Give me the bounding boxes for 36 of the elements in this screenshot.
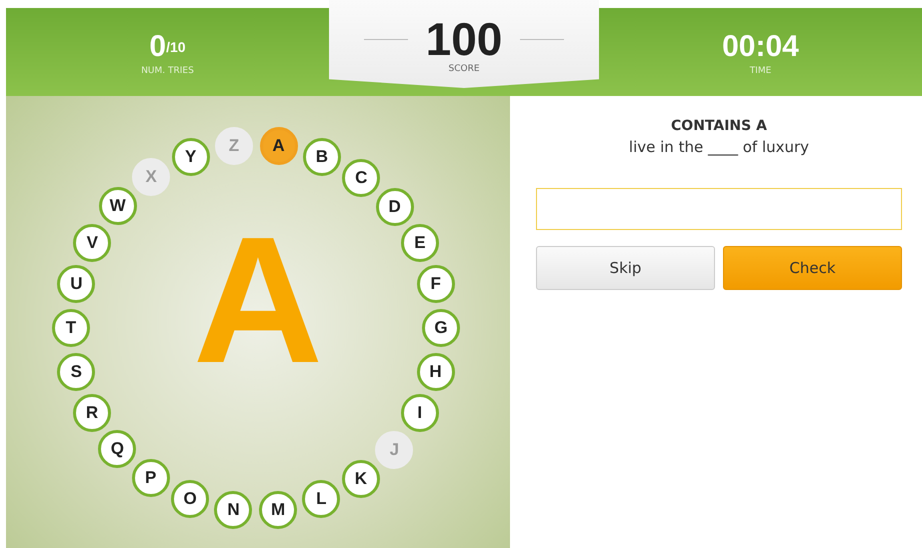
letter-bubble[interactable]: D: [376, 188, 414, 226]
answer-button[interactable]: Check: [723, 246, 902, 290]
letter-bubble[interactable]: C: [342, 158, 380, 197]
score-label: SCORE: [448, 64, 480, 74]
letter-bubble[interactable]: U: [57, 264, 96, 303]
letter-bubble[interactable]: R: [73, 394, 112, 432]
current-letter: A: [192, 216, 324, 386]
letter-bubble[interactable]: H: [416, 353, 455, 392]
letter-bubble[interactable]: A: [260, 127, 298, 166]
letter-bubble[interactable]: I: [400, 394, 439, 432]
letter-bubble[interactable]: Y: [172, 138, 210, 176]
letter-bubble[interactable]: S: [57, 352, 96, 391]
time-value: 00:04: [722, 30, 799, 64]
letter-bubble[interactable]: W: [98, 187, 137, 226]
question-title: CONTAINS A: [671, 118, 767, 134]
letter-bubble[interactable]: F: [416, 265, 455, 304]
tries-max: /10: [166, 39, 186, 55]
letter-bubble[interactable]: M: [259, 490, 298, 529]
answer-button[interactable]: Skip: [536, 246, 715, 290]
letter-bubble[interactable]: V: [73, 224, 112, 262]
letter-bubble[interactable]: T: [52, 308, 90, 347]
letter-bubble[interactable]: O: [171, 480, 210, 518]
question-clue: live in the ____ of luxury: [628, 138, 810, 156]
time-label: TIME: [750, 66, 772, 76]
letter-bubble[interactable]: Q: [98, 430, 136, 468]
letter-bubble[interactable]: L: [302, 480, 340, 518]
letter-bubble[interactable]: P: [132, 459, 170, 498]
letter-bubble[interactable]: N: [214, 490, 252, 529]
letter-bubble[interactable]: G: [422, 309, 460, 348]
answer-field[interactable]: [536, 188, 902, 230]
letter-bubble[interactable]: B: [302, 138, 341, 176]
tries-label: NUM. TRIES: [141, 66, 194, 76]
score-value: 100: [426, 16, 502, 62]
letter-bubble[interactable]: E: [400, 224, 439, 262]
tries-count: 0: [149, 30, 166, 63]
letter-bubble[interactable]: K: [342, 460, 380, 498]
